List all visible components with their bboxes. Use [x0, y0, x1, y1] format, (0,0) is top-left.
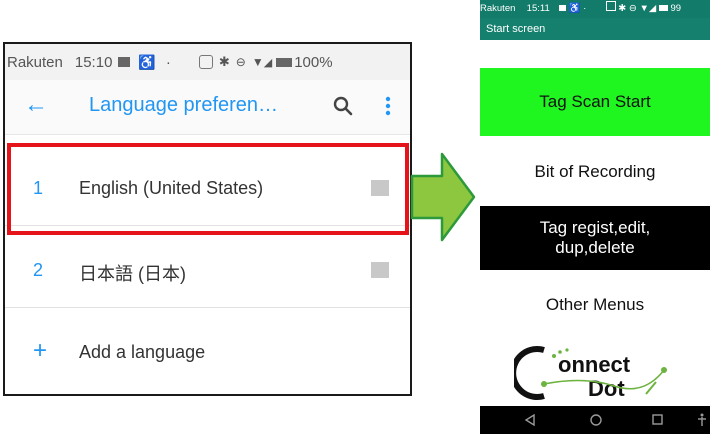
carrier-label: Rakuten	[480, 3, 516, 14]
svg-text:Dot: Dot	[588, 376, 625, 401]
wifi-icon: ▼	[251, 55, 264, 69]
svg-text:onnect: onnect	[558, 352, 631, 377]
tag-regist-label-line2: dup,delete	[555, 238, 635, 257]
wifi-icon: ▼◢	[639, 3, 657, 14]
vibrate-icon	[198, 55, 213, 69]
notification-icon	[559, 5, 567, 11]
language-index: 2	[33, 260, 44, 280]
bluetooth-icon: ✱	[618, 3, 627, 14]
battery-percent: 100%	[294, 53, 333, 71]
start-screen: Rakuten 15:11 ♿ · ✱ ⊖ ▼◢ 99 Start screen…	[480, 0, 710, 434]
nav-home-icon[interactable]	[590, 414, 602, 426]
carrier-label: Rakuten	[7, 53, 63, 71]
tag-regist-label-line1: Tag regist,edit,	[539, 218, 651, 237]
tag-scan-start-button[interactable]: Tag Scan Start	[480, 68, 710, 136]
status-bar: Rakuten 15:10 ♿ · ✱ ⊖ ▼ ◢ 100%	[5, 44, 410, 80]
app-bar: Start screen	[480, 18, 710, 40]
clock: 15:10	[74, 53, 113, 71]
highlight-box	[7, 143, 409, 235]
language-preferences-screen: Rakuten 15:10 ♿ · ✱ ⊖ ▼ ◢ 100% ← Languag…	[3, 42, 412, 396]
other-menus-button[interactable]: Other Menus	[480, 274, 710, 336]
signal-icon: ◢	[263, 56, 273, 69]
nav-recents-icon[interactable]	[652, 414, 663, 425]
tag-regist-button[interactable]: Tag regist,edit, dup,delete	[480, 206, 710, 270]
battery-percent: 99	[670, 3, 682, 14]
nav-back-icon[interactable]	[524, 413, 535, 427]
language-name: 日本語 (日本)	[79, 264, 186, 284]
app-bar: ← Language preferen…	[5, 80, 410, 135]
connect-dot-logo: onnect Dot	[510, 340, 684, 404]
plus-icon: +	[33, 337, 48, 364]
add-language-label: Add a language	[79, 342, 206, 362]
dot-icon: ·	[165, 53, 171, 71]
notification-icon	[118, 57, 131, 67]
accessibility-icon: ♿ ·	[568, 3, 587, 14]
clock: 15:11	[526, 3, 550, 14]
more-options-icon[interactable]	[383, 94, 393, 118]
bit-of-recording-button[interactable]: Bit of Recording	[480, 140, 710, 204]
battery-icon	[658, 5, 668, 11]
navigation-bar	[480, 406, 710, 434]
nav-accessibility-icon[interactable]	[698, 413, 706, 427]
vibrate-icon	[605, 1, 616, 11]
battery-icon	[276, 57, 293, 67]
page-title: Language preferen…	[89, 94, 279, 116]
sync-icon: ⊖	[628, 3, 637, 14]
sync-icon: ⊖	[235, 55, 246, 69]
add-language-row[interactable]: + Add a language	[5, 317, 410, 389]
accessibility-icon: ♿	[138, 53, 156, 70]
search-icon[interactable]	[331, 94, 355, 118]
right-arrow-icon	[410, 152, 476, 242]
language-row-japanese[interactable]: 2 日本語 (日本)	[5, 235, 410, 308]
bluetooth-icon: ✱	[218, 54, 230, 69]
drag-handle-icon[interactable]	[371, 262, 389, 278]
status-bar: Rakuten 15:11 ♿ · ✱ ⊖ ▼◢ 99	[480, 0, 710, 18]
back-arrow-icon[interactable]: ←	[23, 92, 49, 118]
